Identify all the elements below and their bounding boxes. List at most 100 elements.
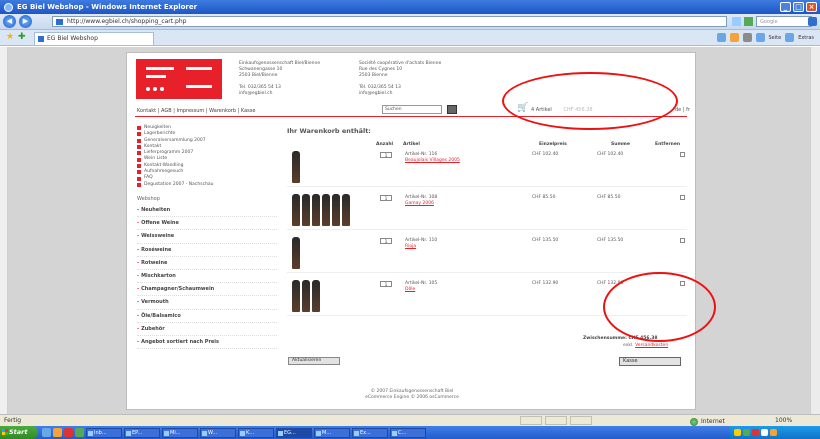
taskbar-button[interactable]: M...: [314, 427, 350, 438]
tab-egbiel-webshop[interactable]: EG Biel Webshop: [34, 32, 154, 45]
nav-link[interactable]: Degustation 2007 - Nachschau: [137, 182, 277, 188]
product-name-link[interactable]: Rioja: [405, 244, 437, 250]
category-link[interactable]: - Rotweine: [137, 257, 277, 270]
page-menu-icon: [755, 33, 765, 42]
annotation-circle-checkout: [603, 272, 716, 342]
top-navigation[interactable]: Kontakt | AGB | Impressum | Warenkorb | …: [137, 108, 255, 114]
quantity-input[interactable]: 1: [380, 195, 392, 201]
start-button[interactable]: Start: [0, 426, 38, 439]
category-link[interactable]: - Neuheiten: [137, 204, 277, 218]
footer-engine: eCommerce Engine © 2006 osCommerce: [365, 395, 459, 400]
home-icon[interactable]: [716, 33, 726, 42]
category-link[interactable]: - Vermouth: [137, 296, 277, 310]
category-link[interactable]: - Champagner/Schaumwein: [137, 283, 277, 297]
bullet-icon: [137, 151, 141, 156]
search-icon[interactable]: [808, 17, 817, 26]
wine-bottle-image: [332, 194, 340, 226]
product-image[interactable]: [292, 280, 320, 312]
quantity-input[interactable]: 1: [380, 152, 392, 158]
language-switch[interactable]: de | fr: [675, 107, 690, 113]
refresh-icon[interactable]: [744, 17, 753, 26]
tray-icon[interactable]: [743, 429, 750, 436]
tray-icon[interactable]: [761, 429, 768, 436]
url-text: http://www.egbiel.ch/shopping_cart.php: [67, 18, 187, 25]
category-label: Weissweine: [141, 233, 175, 240]
page-menu[interactable]: Seite: [769, 35, 782, 41]
taskbar-button[interactable]: W...: [200, 427, 236, 438]
remove-checkbox[interactable]: [680, 195, 685, 200]
article-info: Artikel-Nr. 108 Gamay 2006: [405, 195, 437, 207]
system-tray: [730, 426, 820, 439]
search-placeholder: Google: [760, 19, 778, 25]
quicklaunch-icon[interactable]: [75, 428, 84, 437]
tab-bar: ★ ✚ EG Biel Webshop Seite Extras: [0, 30, 820, 46]
print-icon[interactable]: [742, 33, 752, 42]
category-link[interactable]: - Angebot sortiert nach Preis: [137, 336, 277, 350]
search-input[interactable]: Google: [756, 16, 812, 27]
quantity-input[interactable]: 1: [380, 281, 392, 287]
category-label: Vermouth: [141, 299, 169, 306]
quicklaunch-icon[interactable]: [53, 428, 62, 437]
favorites-star-icon[interactable]: ★: [6, 33, 14, 42]
tray-icon[interactable]: [752, 429, 759, 436]
product-name-link[interactable]: Dôle: [405, 287, 437, 293]
quantity-input[interactable]: 1: [380, 238, 392, 244]
category-link[interactable]: - Mischkarton: [137, 270, 277, 284]
taskbar-button[interactable]: Inb...: [86, 427, 122, 438]
tray-icon[interactable]: [770, 429, 777, 436]
category-label: Zubehör: [141, 325, 165, 332]
category-label: Neuheiten: [141, 206, 171, 213]
tray-icon[interactable]: [734, 429, 741, 436]
product-image[interactable]: [292, 194, 350, 226]
category-link[interactable]: - Zubehör: [137, 323, 277, 336]
category-list: - Neuheiten - Offene Weine - Weissweine - Ro…: [137, 204, 277, 350]
back-arrow-icon[interactable]: ◀: [3, 15, 16, 28]
product-image[interactable]: [292, 237, 300, 269]
remove-checkbox[interactable]: [680, 152, 685, 157]
category-link[interactable]: - Roséweine: [137, 244, 277, 257]
close-button[interactable]: ×: [806, 2, 817, 12]
minimize-button[interactable]: _: [780, 2, 791, 12]
product-name-link[interactable]: Gamay 2006: [405, 201, 437, 207]
feeds-icon[interactable]: [729, 33, 739, 42]
category-label: Roséweine: [141, 246, 172, 253]
category-label: Angebot sortiert nach Preis: [141, 339, 220, 345]
url-input[interactable]: http://www.egbiel.ch/shopping_cart.php: [52, 16, 727, 27]
remove-checkbox[interactable]: [680, 238, 685, 243]
quicklaunch-icon[interactable]: [64, 428, 73, 437]
checkout-button[interactable]: Kasse: [619, 357, 681, 366]
product-name-link[interactable]: Beaujolais Villages 2005: [405, 158, 460, 164]
webshop-heading: Webshop: [137, 195, 160, 202]
page-icon: [56, 19, 63, 25]
zoom-level[interactable]: 100%: [775, 415, 792, 426]
globe-icon: [690, 417, 698, 426]
article-info: Artikel-Nr. 110 Rioja: [405, 238, 437, 250]
quicklaunch-icon[interactable]: [42, 428, 51, 437]
forward-arrow-icon[interactable]: ▶: [19, 15, 32, 28]
category-label: Rotweine: [141, 259, 168, 266]
category-link[interactable]: - Offene Weine: [137, 217, 277, 231]
vertical-scrollbar[interactable]: [810, 47, 820, 414]
category-link[interactable]: - Öle/Balsamico: [137, 310, 277, 323]
tools-menu[interactable]: Extras: [798, 35, 814, 41]
product-image[interactable]: [292, 151, 300, 183]
taskbar-button[interactable]: C...: [390, 427, 426, 438]
wine-bottle-image: [342, 194, 350, 226]
wine-bottle-image: [292, 194, 300, 226]
shipping-costs-link[interactable]: Versandkosten: [635, 343, 668, 348]
update-cart-button[interactable]: Aktualisieren: [288, 357, 340, 365]
maximize-button[interactable]: □: [793, 2, 804, 12]
cart-row: 1 Artikel-Nr. 108 Gamay 2006 CHF 85.50 CHF 8…: [287, 192, 687, 230]
eg-logo: [136, 59, 222, 99]
shop-search-input[interactable]: Suchen: [382, 105, 442, 114]
category-link[interactable]: - Weissweine: [137, 230, 277, 244]
taskbar-button[interactable]: Mi...: [162, 427, 198, 438]
taskbar-button[interactable]: Ex...: [352, 427, 388, 438]
compat-icon[interactable]: [732, 17, 741, 26]
taskbar-button[interactable]: K...: [238, 427, 274, 438]
add-favorite-icon[interactable]: ✚: [18, 33, 26, 42]
shop-search-button[interactable]: [447, 105, 457, 114]
left-ruler: [0, 47, 8, 414]
taskbar-button[interactable]: EP...: [124, 427, 160, 438]
taskbar-button[interactable]: EG...: [276, 427, 312, 438]
